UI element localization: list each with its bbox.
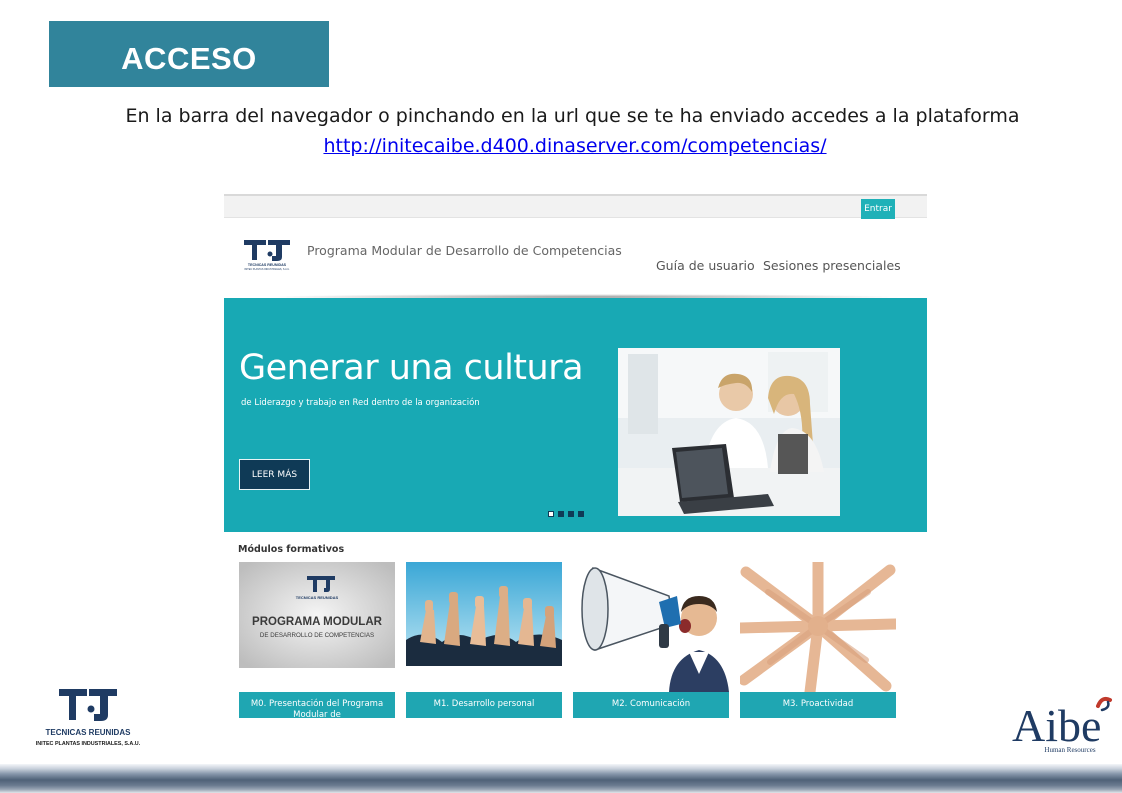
site-top-bar: Entrar	[224, 194, 927, 219]
slider-dot[interactable]	[578, 511, 584, 517]
read-more-button[interactable]: LEER MÁS	[239, 459, 310, 490]
footer-left-logo-name: TECNICAS REUNIDAS	[46, 728, 132, 737]
module-card-m1[interactable]: M1. Desarrollo personal	[406, 562, 562, 718]
m0-thumb-subtitle: DE DESARROLLO DE COMPETENCIAS	[260, 632, 374, 639]
aibe-logo: Aibe Human Resources	[1012, 696, 1112, 754]
site-logo-icon[interactable]: TECNICAS REUNIDAS INITEC PLANTAS INDUSTR…	[241, 236, 293, 272]
module-card-m3[interactable]: M3. Proactividad	[740, 562, 896, 718]
m0-thumb-logo-text: TECNICAS REUNIDAS	[296, 595, 339, 600]
platform-url-link[interactable]: http://initecaibe.d400.dinaserver.com/co…	[0, 135, 1122, 157]
site-logo-text: TECNICAS REUNIDAS	[248, 263, 287, 267]
site-logo-subtext: INITEC PLANTAS INDUSTRIALES, S.A.U.	[244, 268, 290, 271]
module-m2-label[interactable]: M2. Comunicación	[573, 692, 729, 718]
tecnicas-reunidas-logo: TECNICAS REUNIDAS INITEC PLANTAS INDUSTR…	[36, 689, 141, 747]
module-m0-thumbnail: TECNICAS REUNIDAS PROGRAMA MODULAR DE DE…	[239, 562, 395, 692]
module-m1-label[interactable]: M1. Desarrollo personal	[406, 692, 562, 718]
hero-subtitle: de Liderazgo y trabajo en Red dentro de …	[241, 398, 480, 408]
website-screenshot: Entrar TECNICAS REUNIDAS INITEC PLANTAS …	[224, 194, 927, 720]
module-card-m2[interactable]: M2. Comunicación	[573, 562, 729, 718]
module-m3-label[interactable]: M3. Proactividad	[740, 692, 896, 718]
module-card-m0[interactable]: TECNICAS REUNIDAS PROGRAMA MODULAR DE DE…	[239, 562, 395, 718]
m0-thumb-title: PROGRAMA MODULAR	[252, 616, 383, 628]
slider-dot[interactable]	[568, 511, 574, 517]
hero-photo	[618, 348, 840, 516]
module-m1-thumbnail	[406, 562, 562, 692]
site-title: Programa Modular de Desarrollo de Compet…	[307, 243, 622, 258]
enter-button[interactable]: Entrar	[861, 199, 895, 219]
nav-user-guide[interactable]: Guía de usuario	[656, 258, 755, 273]
modules-heading: Módulos formativos	[238, 544, 345, 555]
hero-title: Generar una cultura	[239, 348, 584, 388]
bottom-decorative-band	[0, 764, 1122, 793]
aibe-logo-subtext: Human Resources	[1044, 746, 1095, 754]
hero-banner: Generar una cultura de Liderazgo y traba…	[224, 298, 927, 532]
footer-left-logo-subtext: INITEC PLANTAS INDUSTRIALES, S.A.U.	[36, 741, 141, 747]
module-m2-thumbnail	[573, 562, 729, 692]
nav-sessions[interactable]: Sesiones presenciales	[763, 258, 901, 273]
slide-title: ACCESO	[121, 41, 257, 76]
aibe-logo-name: Aibe	[1012, 700, 1101, 751]
intro-text: En la barra del navegador o pinchando en…	[125, 105, 1020, 127]
module-m0-label[interactable]: M0. Presentación del Programa Modular de	[239, 692, 395, 718]
slider-dot[interactable]	[548, 511, 554, 517]
slide-title-box: ACCESO	[49, 21, 329, 87]
module-m3-thumbnail	[740, 562, 896, 692]
slider-dot[interactable]	[558, 511, 564, 517]
